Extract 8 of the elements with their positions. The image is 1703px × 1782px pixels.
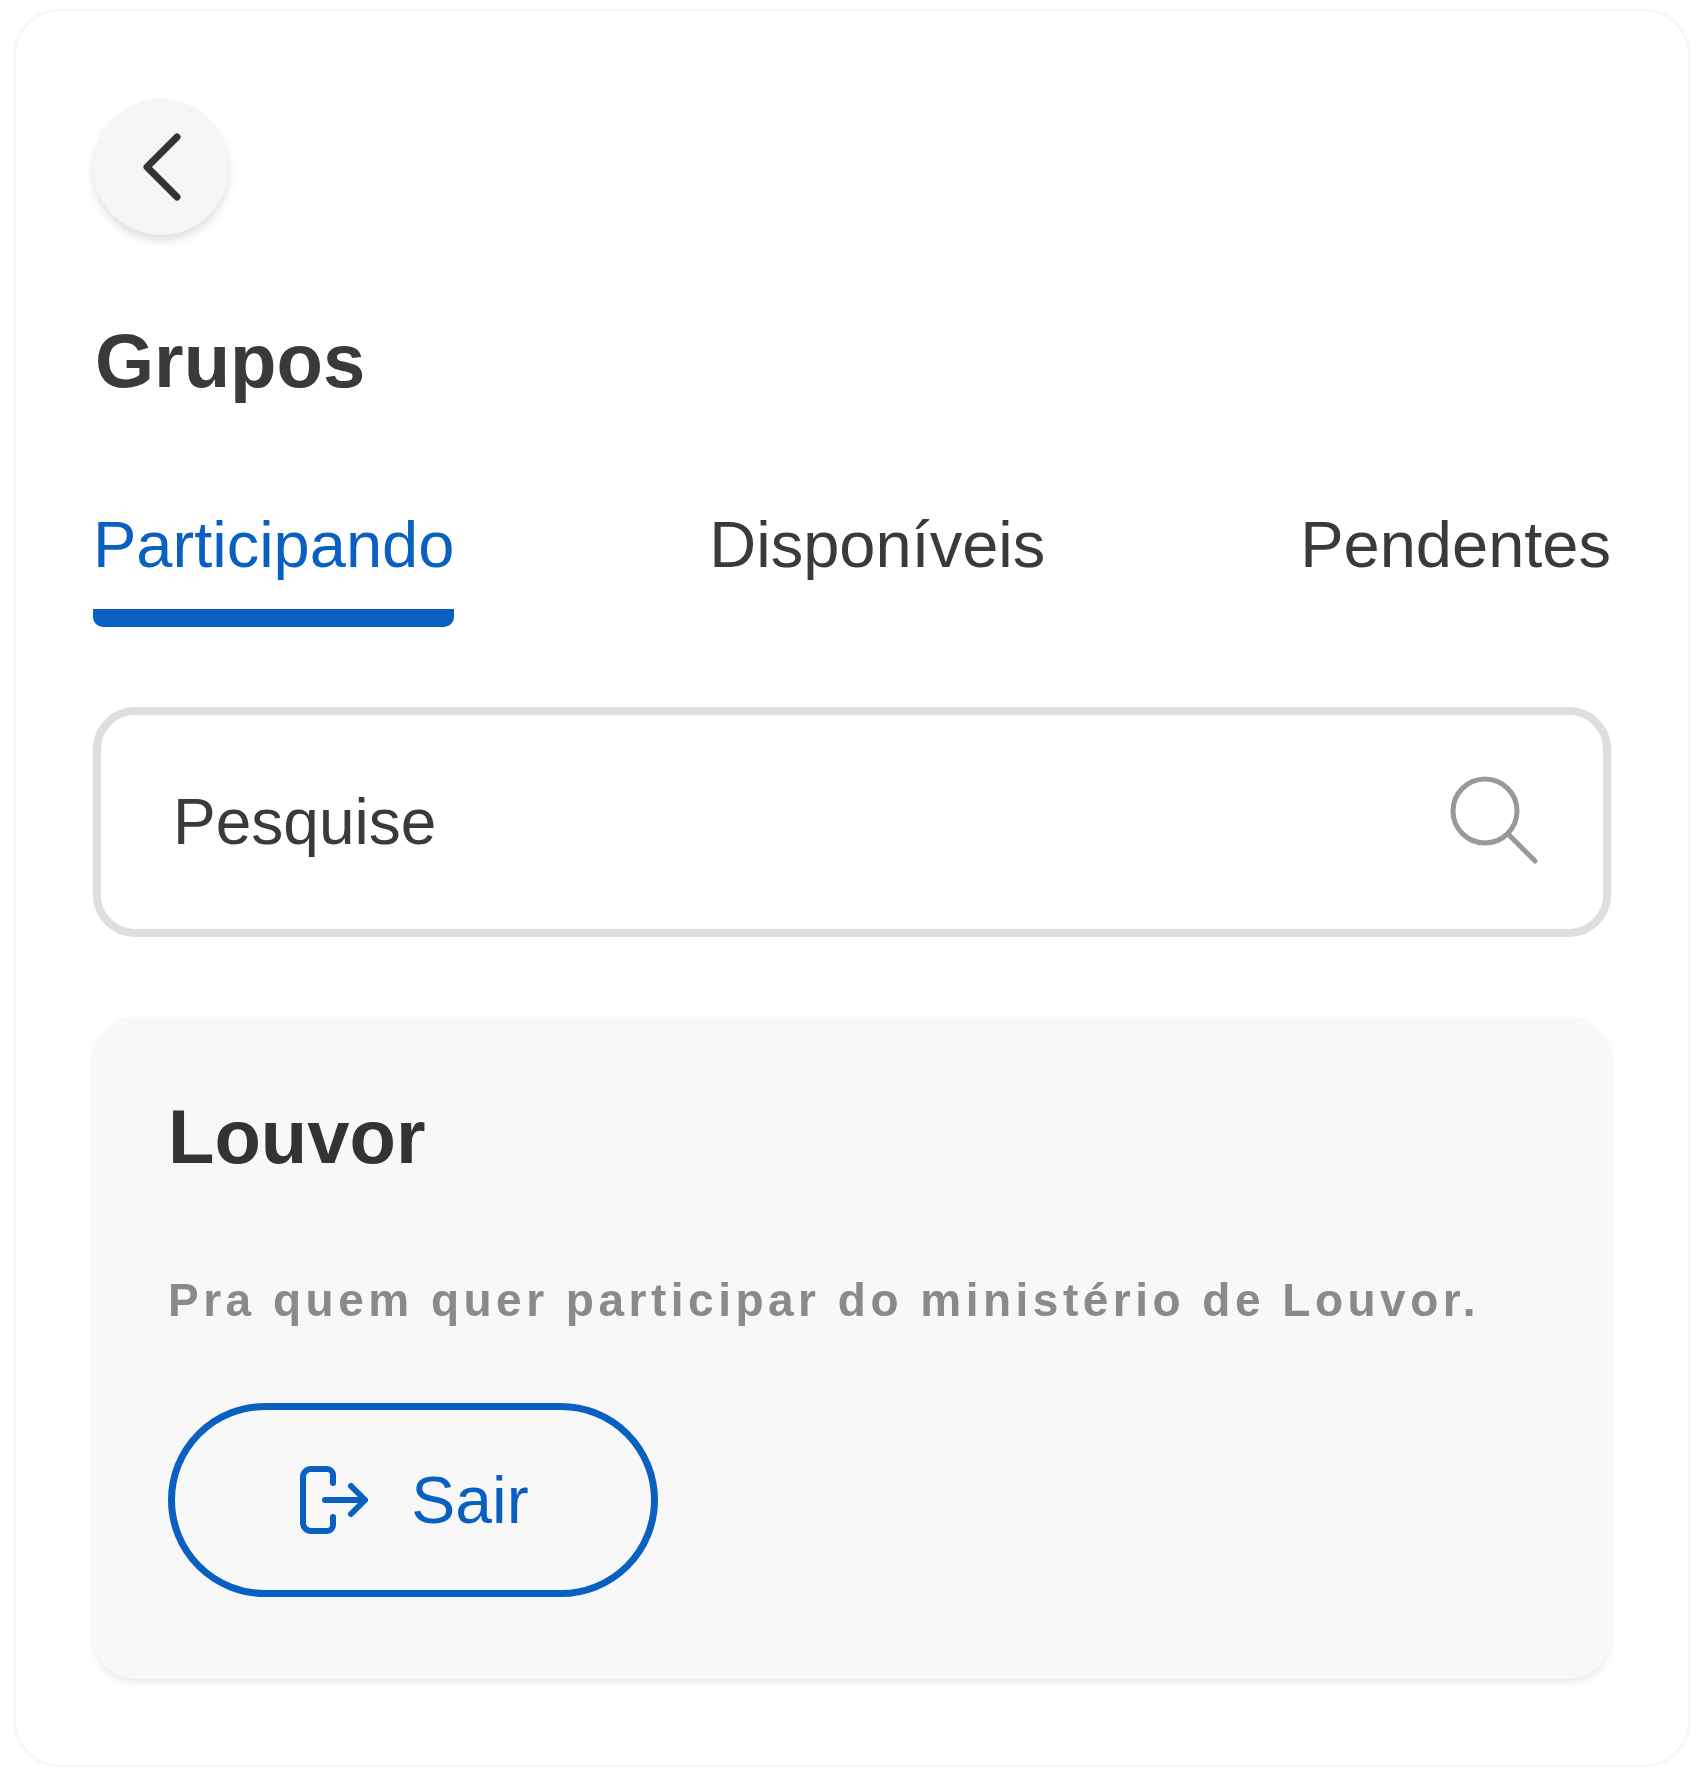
tab[interactable]: Pendentes (1300, 509, 1611, 627)
leave-button[interactable]: Sair (168, 1402, 658, 1597)
search-field[interactable]: Pesquise (93, 706, 1611, 937)
tab[interactable]: Participando (93, 509, 455, 627)
group-name: Louvor (168, 1098, 426, 1175)
group-description: Pra quem quer participar do ministério de Louvor. (168, 1272, 1480, 1327)
tab[interactable]: Disponíveis (709, 509, 1046, 627)
leave-label: Sair (411, 1461, 529, 1538)
